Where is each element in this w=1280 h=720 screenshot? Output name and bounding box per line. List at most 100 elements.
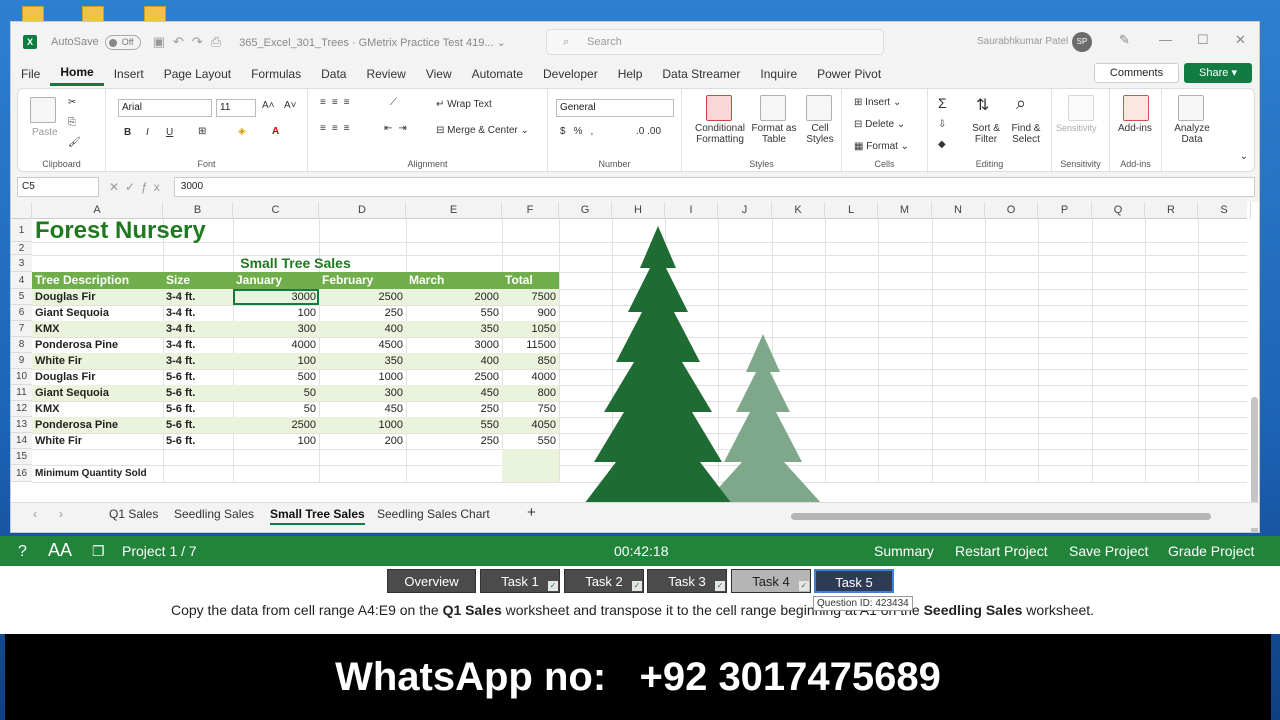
- table-cell[interactable]: 900: [502, 305, 559, 321]
- sheet-tab-seedling-sales[interactable]: Seedling Sales: [174, 507, 254, 521]
- save-project-button[interactable]: Save Project: [1069, 543, 1148, 559]
- format-painter-icon[interactable]: 🖌: [68, 137, 81, 148]
- table-cell[interactable]: 3000: [406, 337, 502, 353]
- table-cell[interactable]: 11500: [502, 337, 559, 353]
- select-all-corner[interactable]: [11, 202, 32, 219]
- table-cell[interactable]: Giant Sequoia: [32, 305, 163, 321]
- column-header-j[interactable]: J: [718, 202, 772, 219]
- table-cell[interactable]: 5-6 ft.: [163, 385, 233, 401]
- analyze-data-icon[interactable]: [1178, 95, 1204, 121]
- table-cell[interactable]: 50: [233, 401, 319, 417]
- bold-button[interactable]: B: [124, 127, 131, 138]
- sensitivity-button[interactable]: Sensitivity: [1056, 123, 1097, 133]
- share-button[interactable]: Share ▾: [1184, 63, 1252, 83]
- increase-font-icon[interactable]: A˄: [262, 100, 275, 111]
- orientation-icon[interactable]: ⟋: [390, 97, 397, 108]
- table-cell[interactable]: 450: [319, 401, 406, 417]
- add-ins-button[interactable]: Add-ins: [1118, 123, 1152, 134]
- column-header-n[interactable]: N: [932, 202, 985, 219]
- task-5[interactable]: Task 5: [814, 569, 894, 593]
- merge-center-button[interactable]: ⊟ Merge & Center ⌄: [436, 125, 529, 136]
- table-cell[interactable]: 1050: [502, 321, 559, 337]
- sort-filter-button[interactable]: Sort & Filter: [970, 123, 1002, 145]
- borders-icon[interactable]: ⊞: [198, 126, 206, 137]
- tab-power-pivot[interactable]: Power Pivot: [807, 62, 891, 86]
- add-sheet-icon[interactable]: +: [527, 504, 536, 521]
- sort-filter-icon[interactable]: ⇅: [976, 95, 989, 115]
- grade-project-button[interactable]: Grade Project: [1168, 543, 1254, 559]
- sheet-tab-q1-sales[interactable]: Q1 Sales: [109, 507, 158, 521]
- row-header-5[interactable]: 5: [11, 289, 32, 305]
- format-as-table-icon[interactable]: [760, 95, 786, 121]
- sheet-tab-small-tree-sales[interactable]: Small Tree Sales: [270, 507, 365, 525]
- table-cell[interactable]: KMX: [32, 321, 163, 337]
- table-cell[interactable]: 3-4 ft.: [163, 337, 233, 353]
- table-header-cell[interactable]: February: [319, 272, 406, 289]
- table-cell[interactable]: 5-6 ft.: [163, 433, 233, 449]
- row-header-3[interactable]: 3: [11, 255, 32, 272]
- autosave-toggle[interactable]: Off: [104, 34, 141, 50]
- table-cell[interactable]: 850: [502, 353, 559, 369]
- selected-cell[interactable]: 3000: [233, 289, 319, 305]
- table-cell[interactable]: White Fir: [32, 433, 163, 449]
- task-2[interactable]: Task 2 ✓: [564, 569, 644, 593]
- table-header-cell[interactable]: January: [233, 272, 319, 289]
- tab-formulas[interactable]: Formulas: [241, 62, 311, 86]
- table-cell[interactable]: 350: [319, 353, 406, 369]
- table-cell[interactable]: 300: [319, 385, 406, 401]
- table-cell[interactable]: 3-4 ft.: [163, 321, 233, 337]
- tab-developer[interactable]: Developer: [533, 62, 608, 86]
- tab-view[interactable]: View: [416, 62, 462, 86]
- column-header-r[interactable]: R: [1145, 202, 1198, 219]
- analyze-data-button[interactable]: Analyze Data: [1172, 123, 1212, 145]
- insert-cells-button[interactable]: ⊞ Insert ⌄: [854, 97, 901, 108]
- table-header-cell[interactable]: Tree Description: [32, 272, 163, 289]
- table-cell[interactable]: Ponderosa Pine: [32, 417, 163, 433]
- clear-icon[interactable]: ◆: [938, 139, 946, 150]
- table-cell[interactable]: Douglas Fir: [32, 369, 163, 385]
- delete-cells-button[interactable]: ⊟ Delete ⌄: [854, 119, 905, 130]
- task-1[interactable]: Task 1 ✓: [480, 569, 560, 593]
- indent-icons[interactable]: ⇤⇥: [384, 123, 413, 134]
- number-format-icons[interactable]: $%,: [560, 126, 601, 137]
- tab-automate[interactable]: Automate: [462, 62, 533, 86]
- name-box[interactable]: C5: [17, 177, 99, 197]
- tab-file[interactable]: File: [11, 62, 50, 86]
- format-as-table-button[interactable]: Format as Table: [750, 123, 798, 145]
- table-cell[interactable]: 450: [406, 385, 502, 401]
- find-select-icon[interactable]: ⌕: [1016, 93, 1026, 114]
- table-cell[interactable]: 800: [502, 385, 559, 401]
- maximize-button[interactable]: ☐: [1197, 32, 1209, 48]
- row-header-6[interactable]: 6: [11, 305, 32, 321]
- task-4[interactable]: Task 4 ✓: [731, 569, 811, 593]
- table-cell[interactable]: 2000: [406, 289, 502, 305]
- column-header-f[interactable]: F: [502, 202, 559, 219]
- table-cell[interactable]: 100: [233, 433, 319, 449]
- table-cell[interactable]: 3-4 ft.: [163, 289, 233, 305]
- row-header-13[interactable]: 13: [11, 417, 32, 433]
- table-cell[interactable]: Giant Sequoia: [32, 385, 163, 401]
- column-header-m[interactable]: M: [878, 202, 932, 219]
- table-cell[interactable]: 250: [406, 401, 502, 417]
- column-header-e[interactable]: E: [406, 202, 502, 219]
- table-cell[interactable]: Douglas Fir: [32, 289, 163, 305]
- trees-image[interactable]: [576, 222, 836, 504]
- tab-help[interactable]: Help: [608, 62, 653, 86]
- add-ins-icon[interactable]: [1123, 95, 1149, 121]
- summary-button[interactable]: Summary: [874, 543, 934, 559]
- column-header-i[interactable]: I: [665, 202, 718, 219]
- column-header-o[interactable]: O: [985, 202, 1038, 219]
- table-cell[interactable]: 100: [233, 305, 319, 321]
- close-button[interactable]: ✕: [1235, 32, 1246, 48]
- tab-insert[interactable]: Insert: [104, 62, 154, 86]
- sensitivity-icon[interactable]: [1068, 95, 1094, 121]
- row-header-7[interactable]: 7: [11, 321, 32, 337]
- italic-button[interactable]: I: [146, 127, 149, 138]
- tab-home[interactable]: Home: [50, 62, 104, 86]
- row-header-2[interactable]: 2: [11, 242, 32, 255]
- formula-input[interactable]: 3000: [173, 177, 1255, 197]
- table-cell[interactable]: 550: [406, 305, 502, 321]
- row-header-1[interactable]: 1: [11, 219, 32, 242]
- minimize-button[interactable]: —: [1159, 32, 1172, 47]
- table-cell[interactable]: 100: [233, 353, 319, 369]
